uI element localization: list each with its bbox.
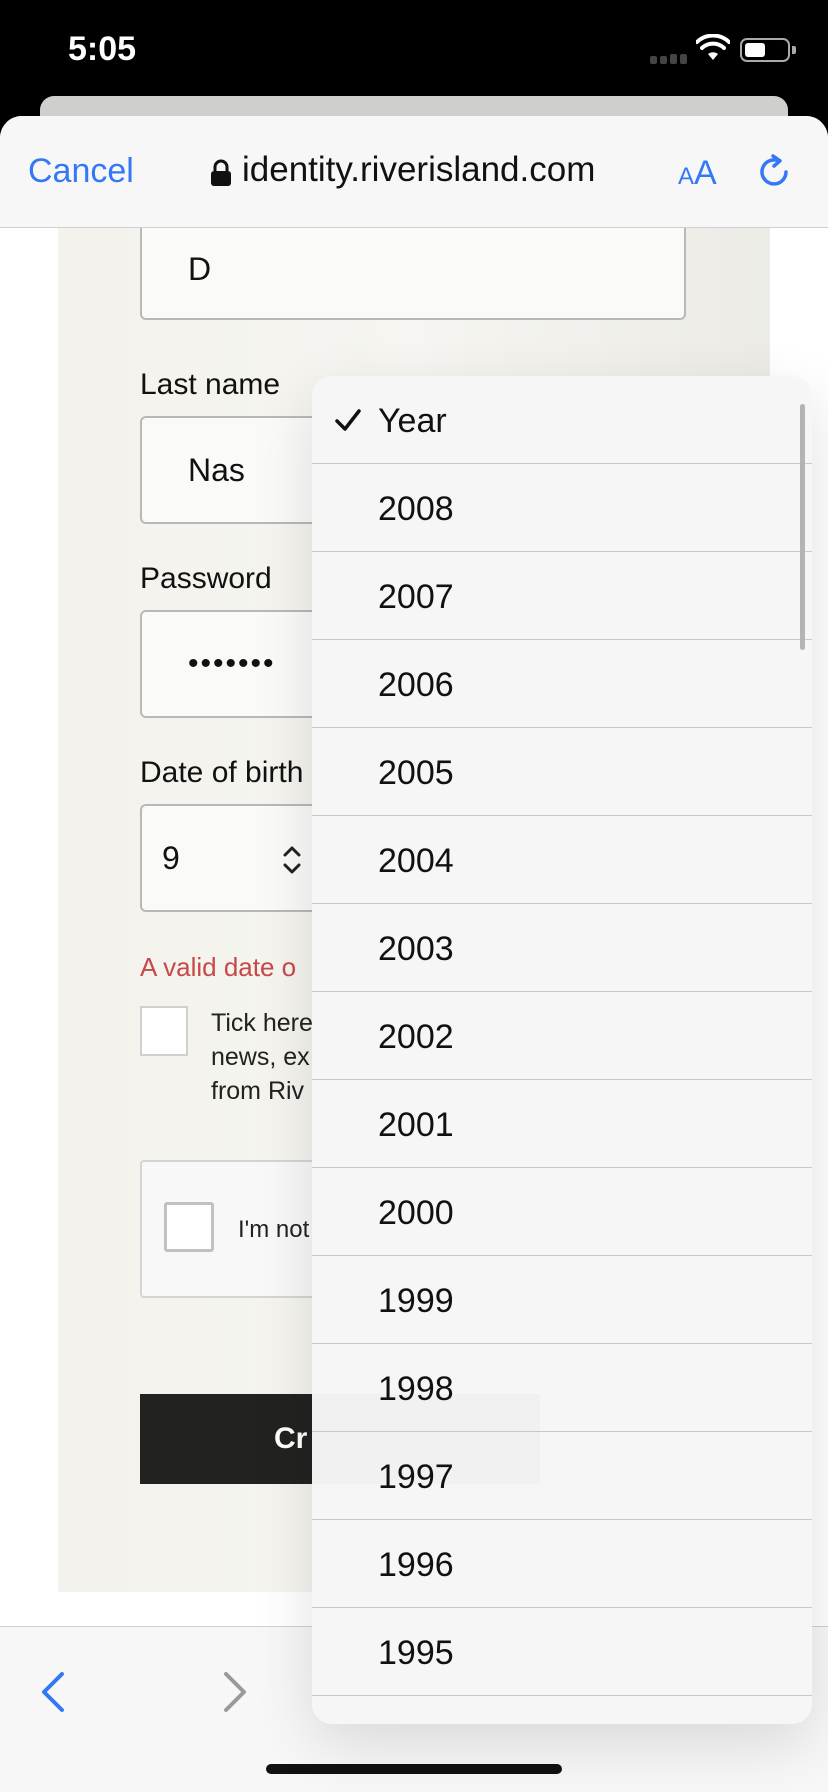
picker-option-2007[interactable]: 2007 [312, 552, 812, 640]
reload-icon[interactable] [756, 154, 792, 195]
last-name-label: Last name [140, 368, 281, 401]
text-size-small-a: A [678, 163, 695, 190]
password-value: ••••••• [188, 647, 276, 680]
cellular-signal-icon [650, 46, 690, 64]
picker-option-2005[interactable]: 2005 [312, 728, 812, 816]
year-picker-dropdown: Year 2008 2007 2006 2005 2004 2003 2002 2001 200… [312, 376, 812, 1724]
picker-option-label: Year [378, 402, 447, 440]
picker-option-label: 1999 [378, 1282, 454, 1320]
text-size-button[interactable]: AA [678, 154, 717, 193]
status-bar: 5:05 [0, 0, 828, 96]
picker-option-2001[interactable]: 2001 [312, 1080, 812, 1168]
marketing-checkbox[interactable] [140, 1006, 188, 1056]
picker-option-label: 2001 [378, 1106, 454, 1144]
address-bar[interactable]: identity.riverisland.com [210, 150, 595, 190]
lock-icon [210, 156, 232, 186]
wifi-icon [695, 33, 731, 67]
picker-option-1995[interactable]: 1995 [312, 1608, 812, 1696]
marketing-text-line3: from Riv [211, 1077, 305, 1105]
picker-option-label: 2005 [378, 754, 454, 792]
picker-option-2002[interactable]: 2002 [312, 992, 812, 1080]
picker-option-label: 1996 [378, 1546, 454, 1584]
browser-nav-bar: Cancel identity.riverisland.com AA [0, 116, 828, 228]
picker-option-label: 2003 [378, 930, 454, 968]
recaptcha-checkbox[interactable] [164, 1202, 214, 1252]
picker-option-label: 1998 [378, 1370, 454, 1408]
picker-option-label: 1997 [378, 1458, 454, 1496]
date-of-birth-label: Date of birth [140, 756, 304, 789]
first-name-value: D [188, 250, 212, 287]
battery-tip [792, 46, 796, 54]
picker-option-year[interactable]: Year [312, 376, 812, 464]
picker-option-1999[interactable]: 1999 [312, 1256, 812, 1344]
password-label: Password [140, 562, 272, 595]
last-name-value: Nas [188, 451, 245, 488]
status-time: 5:05 [68, 30, 137, 68]
picker-option-label: 2004 [378, 842, 454, 880]
select-arrows-icon [282, 844, 302, 884]
picker-option-1997[interactable]: 1997 [312, 1432, 812, 1520]
create-account-button-label: Cr [274, 1422, 308, 1455]
first-name-input[interactable]: D [140, 228, 686, 320]
picker-option-label: 2006 [378, 666, 454, 704]
recaptcha-label: I'm not [238, 1216, 310, 1243]
marketing-text-line2: news, ex [211, 1043, 310, 1071]
url-text: identity.riverisland.com [242, 150, 596, 189]
picker-option-1996[interactable]: 1996 [312, 1520, 812, 1608]
checkmark-icon [334, 402, 362, 443]
picker-option-1998[interactable]: 1998 [312, 1344, 812, 1432]
cancel-button[interactable]: Cancel [28, 152, 134, 191]
back-arrow-icon[interactable] [40, 1671, 66, 1718]
picker-option-label: 2000 [378, 1194, 454, 1232]
home-indicator [266, 1764, 562, 1774]
picker-option-2000[interactable]: 2000 [312, 1168, 812, 1256]
picker-option-2004[interactable]: 2004 [312, 816, 812, 904]
battery-icon [740, 38, 790, 62]
picker-option-label: 2002 [378, 1018, 454, 1056]
picker-option-label: 2007 [378, 578, 454, 616]
text-size-large-a: A [694, 154, 717, 192]
dob-day-select[interactable]: 9 [140, 804, 320, 912]
dob-day-value: 9 [162, 839, 180, 876]
marketing-text-line1: Tick here [211, 1009, 313, 1037]
picker-option-2003[interactable]: 2003 [312, 904, 812, 992]
picker-option-2006[interactable]: 2006 [312, 640, 812, 728]
picker-option-label: 2008 [378, 490, 454, 528]
picker-option-2008[interactable]: 2008 [312, 464, 812, 552]
picker-option-label: 1995 [378, 1634, 454, 1672]
forward-arrow-icon[interactable] [222, 1671, 248, 1718]
dob-error-message: A valid date o [140, 952, 297, 982]
marketing-consent-text: Tick here news, ex from Riv [211, 1006, 313, 1108]
picker-scrollbar[interactable] [800, 404, 805, 650]
